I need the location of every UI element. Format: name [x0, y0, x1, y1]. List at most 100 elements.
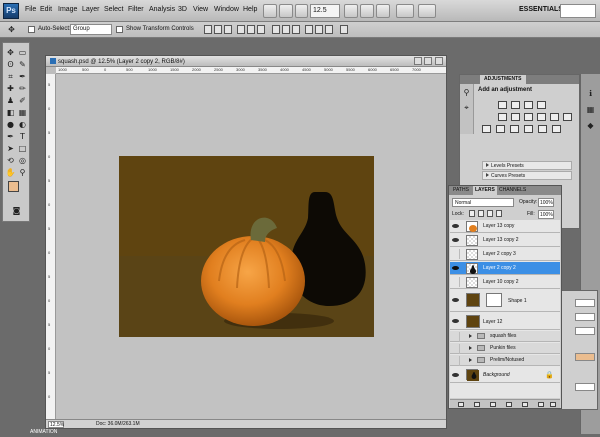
- styles-icon[interactable]: ◆: [585, 120, 596, 131]
- lock-all-icon[interactable]: [496, 210, 502, 217]
- zoom-tool-button[interactable]: [360, 4, 374, 18]
- move-tool-icon[interactable]: ✥: [5, 47, 16, 58]
- layer-row[interactable]: Layer 2 copy 3: [450, 248, 560, 261]
- tab-paths[interactable]: PATHS: [451, 186, 471, 195]
- black-white-icon[interactable]: [537, 113, 546, 121]
- align-middle-icon[interactable]: [214, 25, 222, 34]
- navigator-icon[interactable]: ⌖: [461, 102, 472, 113]
- foreground-color-swatch[interactable]: [8, 181, 19, 192]
- search-input[interactable]: [560, 4, 596, 18]
- shape-tool-icon[interactable]: □: [17, 143, 28, 154]
- clone-stamp-icon[interactable]: ♟: [5, 95, 16, 106]
- auto-select-checkbox[interactable]: [28, 26, 35, 33]
- zoom-level-select[interactable]: 12.5: [310, 4, 340, 18]
- eyedropper-tool-icon[interactable]: ✒: [17, 71, 28, 82]
- move-tool-preset-icon[interactable]: ✥: [6, 24, 17, 35]
- gradient-tool-icon[interactable]: ▦: [17, 107, 28, 118]
- hand-tool-button[interactable]: [344, 4, 358, 18]
- visibility-toggle[interactable]: [451, 249, 460, 259]
- photo-filter-icon[interactable]: [550, 113, 559, 121]
- 3d-orbit-icon[interactable]: ◎: [17, 155, 28, 166]
- screen-mode-button[interactable]: [418, 4, 436, 18]
- distribute-center-icon[interactable]: [315, 25, 323, 34]
- visibility-toggle[interactable]: [451, 344, 460, 354]
- zoom-tool-icon[interactable]: ⚲: [17, 167, 28, 178]
- distribute-middle-icon[interactable]: [282, 25, 290, 34]
- align-right-icon[interactable]: [257, 25, 265, 34]
- menu-layer[interactable]: Layer: [82, 6, 100, 13]
- menu-help[interactable]: Help: [243, 6, 257, 13]
- view-extras-button[interactable]: [295, 4, 308, 18]
- layer-row[interactable]: Layer 10 copy 2: [450, 276, 560, 289]
- auto-align-icon[interactable]: [340, 25, 348, 34]
- blur-tool-icon[interactable]: ●: [5, 119, 16, 130]
- curves-presets[interactable]: Curves Presets: [482, 171, 572, 180]
- threshold-icon[interactable]: [510, 125, 519, 133]
- eye-icon[interactable]: [452, 223, 459, 229]
- link-layers-icon[interactable]: [458, 402, 464, 407]
- layer-row[interactable]: Layer 12: [450, 313, 560, 330]
- distribute-top-icon[interactable]: [272, 25, 280, 34]
- hand-tool-icon[interactable]: ✋: [5, 167, 16, 178]
- levels-icon[interactable]: [511, 101, 520, 109]
- lock-pixels-icon[interactable]: [478, 210, 484, 217]
- history-icon[interactable]: ⚲: [461, 87, 472, 98]
- distribute-right-icon[interactable]: [325, 25, 333, 34]
- eye-icon[interactable]: [452, 297, 459, 303]
- tracking-field[interactable]: [575, 327, 595, 335]
- align-bottom-icon[interactable]: [224, 25, 232, 34]
- color-balance-icon[interactable]: [524, 113, 533, 121]
- vibrance-icon[interactable]: [498, 113, 507, 121]
- lock-position-icon[interactable]: [487, 210, 493, 217]
- horizontal-ruler[interactable]: 1000 500 0 500 1000 1500 2000 2500 3000 …: [56, 67, 446, 74]
- blend-mode-select[interactable]: Normal: [452, 198, 514, 207]
- history-brush-icon[interactable]: ✐: [17, 95, 28, 106]
- selective-color-icon[interactable]: [538, 125, 547, 133]
- workspace-switcher[interactable]: ESSENTIALS: [519, 6, 563, 13]
- layer-row-selected[interactable]: Layer 2 copy 2: [450, 262, 560, 275]
- adjustment-layer-icon[interactable]: [506, 402, 512, 407]
- eraser-tool-icon[interactable]: ◧: [5, 107, 16, 118]
- 3d-rotate-icon[interactable]: ⟲: [5, 155, 16, 166]
- menu-analysis[interactable]: Analysis: [149, 6, 175, 13]
- menu-select[interactable]: Select: [104, 6, 123, 13]
- layer-group-row[interactable]: Punkin files: [450, 343, 560, 354]
- delete-layer-icon[interactable]: [550, 402, 556, 407]
- posterize-icon[interactable]: [496, 125, 505, 133]
- layer-row-background[interactable]: Background 🔒: [450, 367, 560, 383]
- invert-icon[interactable]: [482, 125, 491, 133]
- healing-brush-icon[interactable]: ✚: [5, 83, 16, 94]
- eye-icon[interactable]: [452, 237, 459, 243]
- leading-field[interactable]: [575, 313, 595, 321]
- document-size-info[interactable]: Doc: 36.0M/263.1M: [96, 421, 140, 427]
- menu-window[interactable]: Window: [214, 6, 239, 13]
- tab-channels[interactable]: CHANNELS: [497, 186, 528, 195]
- maximize-icon[interactable]: [424, 57, 432, 65]
- tab-adjustments[interactable]: ADJUSTMENTS: [480, 75, 526, 84]
- channel-mixer-icon[interactable]: [563, 113, 572, 121]
- curves-icon[interactable]: [524, 101, 533, 109]
- expand-icon[interactable]: [469, 346, 472, 350]
- document-zoom-field[interactable]: 12.5%: [48, 421, 64, 428]
- expand-icon[interactable]: [469, 334, 472, 338]
- path-select-icon[interactable]: ➤: [5, 143, 16, 154]
- text-color-swatch[interactable]: [575, 353, 595, 361]
- opacity-input[interactable]: 100%: [538, 198, 554, 207]
- launch-minibridge-button[interactable]: [279, 4, 293, 18]
- lasso-tool-icon[interactable]: ʘ: [5, 59, 16, 70]
- visibility-toggle[interactable]: [451, 356, 460, 366]
- menu-3d[interactable]: 3D: [178, 6, 187, 13]
- swatches-icon[interactable]: ▦: [585, 104, 596, 115]
- auto-select-dropdown[interactable]: Group: [70, 24, 112, 35]
- menu-image[interactable]: Image: [58, 6, 77, 13]
- layer-style-icon[interactable]: [474, 402, 480, 407]
- menu-view[interactable]: View: [193, 6, 208, 13]
- show-transform-checkbox[interactable]: [116, 26, 123, 33]
- eye-icon[interactable]: [452, 318, 459, 324]
- crop-tool-icon[interactable]: ⌗: [5, 71, 16, 82]
- animation-panel-tab[interactable]: ANIMATION: [30, 429, 90, 437]
- launch-bridge-button[interactable]: [263, 4, 277, 18]
- layer-row[interactable]: Layer 13 copy: [450, 220, 560, 233]
- visibility-toggle[interactable]: [451, 332, 460, 342]
- layer-row[interactable]: Shape 1: [450, 290, 560, 312]
